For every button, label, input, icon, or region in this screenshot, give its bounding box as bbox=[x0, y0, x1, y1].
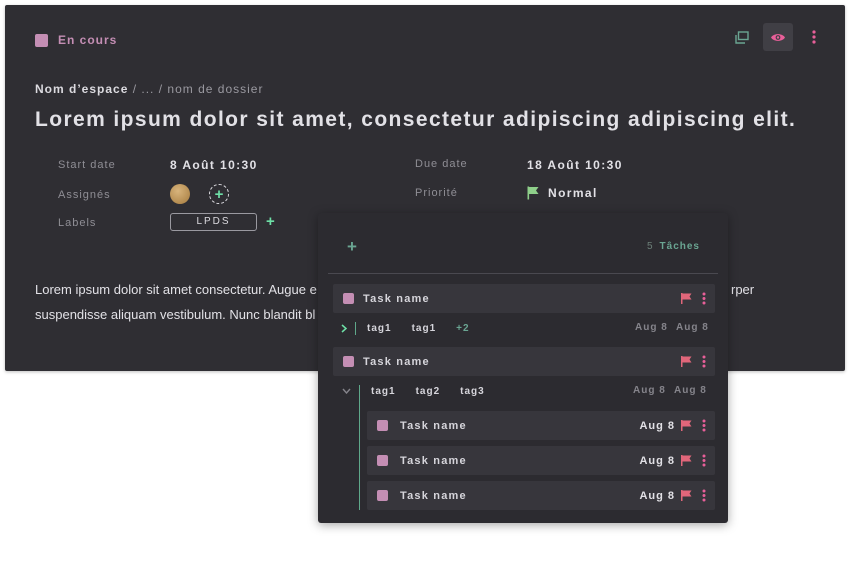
more-vertical-icon[interactable] bbox=[702, 355, 706, 368]
tag[interactable]: tag3 bbox=[460, 386, 485, 397]
task-count-number: 5 bbox=[646, 241, 654, 252]
task-tags: tag1 tag2 tag3 bbox=[342, 381, 505, 401]
priority-value: Normal bbox=[548, 186, 598, 200]
breadcrumb-space[interactable]: Nom d’espace bbox=[35, 82, 128, 96]
add-label-button[interactable]: + bbox=[266, 213, 275, 230]
more-vertical-icon[interactable] bbox=[702, 292, 706, 305]
divider bbox=[328, 273, 718, 274]
breadcrumb-ellipsis[interactable]: ... bbox=[141, 82, 154, 96]
add-assignee-button[interactable]: + bbox=[209, 184, 229, 204]
task-tags: tag1 tag1 +2 bbox=[341, 318, 470, 338]
description-line-end: rper bbox=[731, 282, 755, 297]
assignees-label: Assignés bbox=[58, 189, 111, 201]
task-date: Aug 8 bbox=[674, 385, 707, 396]
task-count: 5 Tâches bbox=[647, 241, 700, 252]
window-icon bbox=[735, 30, 749, 44]
task-date: Aug 8 bbox=[676, 322, 709, 333]
chevron-right-icon[interactable] bbox=[341, 323, 347, 333]
plus-icon: + bbox=[214, 185, 224, 203]
card-toolbar bbox=[721, 23, 829, 51]
status-indicator[interactable]: En cours bbox=[35, 33, 117, 47]
more-vertical-icon[interactable] bbox=[702, 454, 706, 467]
open-window-button[interactable] bbox=[727, 23, 757, 51]
task-row[interactable]: Task name bbox=[333, 347, 715, 376]
subtask-row[interactable]: Task name Aug 8 bbox=[367, 446, 715, 475]
task-date[interactable]: Aug 8 bbox=[639, 420, 675, 432]
start-date-label: Start date bbox=[58, 159, 116, 171]
flag-icon[interactable] bbox=[681, 293, 692, 304]
task-date[interactable]: Aug 8 bbox=[639, 490, 675, 502]
task-status-icon[interactable] bbox=[377, 455, 388, 466]
flag-icon bbox=[527, 186, 539, 200]
breadcrumb-folder[interactable]: nom de dossier bbox=[167, 82, 263, 96]
divider bbox=[355, 321, 356, 335]
task-name: Task name bbox=[400, 489, 467, 502]
subtask-tree-line bbox=[359, 385, 360, 510]
watch-button[interactable] bbox=[763, 23, 793, 51]
status-color-icon bbox=[35, 33, 48, 47]
more-vertical-icon[interactable] bbox=[702, 489, 706, 502]
more-vertical-icon bbox=[812, 30, 816, 44]
tag[interactable]: tag1 bbox=[367, 323, 392, 334]
status-label: En cours bbox=[58, 33, 118, 47]
more-options-button[interactable] bbox=[799, 23, 829, 51]
add-task-button[interactable]: + bbox=[347, 237, 357, 257]
task-status-icon[interactable] bbox=[377, 490, 388, 501]
tag[interactable]: tag1 bbox=[412, 323, 437, 334]
breadcrumb-separator: / bbox=[154, 82, 168, 96]
flag-icon[interactable] bbox=[681, 490, 692, 501]
eye-icon bbox=[771, 33, 785, 41]
task-status-icon[interactable] bbox=[343, 293, 354, 304]
task-name: Task name bbox=[400, 419, 467, 432]
task-status-icon[interactable] bbox=[343, 356, 354, 367]
task-status-icon[interactable] bbox=[377, 420, 388, 431]
flag-icon[interactable] bbox=[681, 420, 692, 431]
more-vertical-icon[interactable] bbox=[702, 419, 706, 432]
more-tags-count[interactable]: +2 bbox=[456, 323, 469, 334]
avatar[interactable] bbox=[170, 184, 190, 204]
subtask-row[interactable]: Task name Aug 8 bbox=[367, 481, 715, 510]
flag-icon[interactable] bbox=[681, 455, 692, 466]
breadcrumb-separator: / bbox=[128, 82, 142, 96]
priority-label: Priorité bbox=[415, 187, 458, 199]
task-date[interactable]: Aug 8 bbox=[639, 455, 675, 467]
task-count-label: Tâches bbox=[659, 241, 700, 252]
tag[interactable]: tag2 bbox=[416, 386, 441, 397]
chevron-down-icon[interactable] bbox=[342, 388, 351, 394]
task-name: Task name bbox=[400, 454, 467, 467]
task-title[interactable]: Lorem ipsum dolor sit amet, consectetur … bbox=[35, 108, 796, 132]
flag-icon[interactable] bbox=[681, 356, 692, 367]
task-name: Task name bbox=[363, 292, 430, 305]
start-date-value[interactable]: 8 Août 10:30 bbox=[170, 158, 258, 172]
due-date-label: Due date bbox=[415, 158, 468, 170]
tag[interactable]: tag1 bbox=[371, 386, 396, 397]
label-chip[interactable]: LPDS bbox=[170, 213, 257, 231]
task-name: Task name bbox=[363, 355, 430, 368]
breadcrumb: Nom d’espace / ... / nom de dossier bbox=[35, 82, 263, 96]
due-date-value[interactable]: 18 Août 10:30 bbox=[527, 158, 623, 172]
priority-selector[interactable]: Normal bbox=[527, 186, 598, 200]
task-date: Aug 8 bbox=[635, 322, 668, 333]
subtasks-panel: + 5 Tâches Task name tag1 tag1 +2 Aug 8 A… bbox=[318, 213, 728, 523]
subtask-row[interactable]: Task name Aug 8 bbox=[367, 411, 715, 440]
task-row[interactable]: Task name bbox=[333, 284, 715, 313]
labels-label: Labels bbox=[58, 217, 97, 229]
task-date: Aug 8 bbox=[633, 385, 666, 396]
